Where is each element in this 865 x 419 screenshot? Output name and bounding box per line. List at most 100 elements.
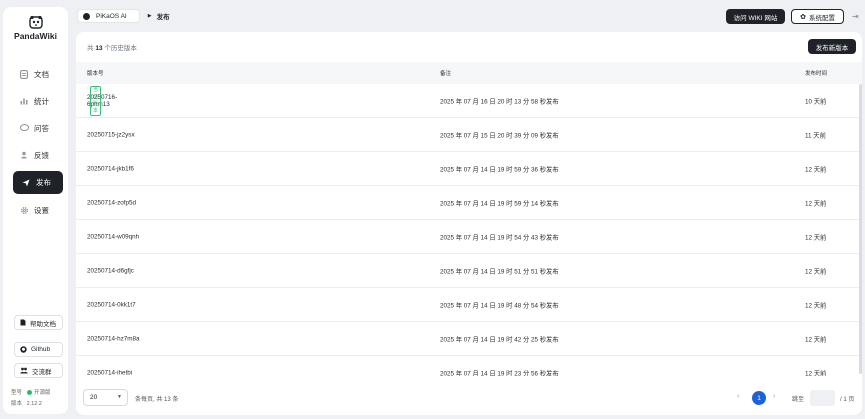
version-cell: 20250715-jz2ysx: [87, 131, 135, 138]
column-header-version: 版本号: [87, 71, 104, 77]
document-icon: [19, 69, 29, 79]
sidebar-item-qa[interactable]: 问答: [11, 117, 63, 139]
help-docs-button[interactable]: 帮助文档: [14, 315, 63, 330]
github-button[interactable]: Github: [14, 342, 63, 357]
sidebar-item-settings[interactable]: 设置: [11, 199, 63, 221]
table-header: 版本号 备注 发布时间: [76, 62, 862, 84]
table-row[interactable]: 20250714-0kk1t7 2025 年 07 月 14 日 19 时 48…: [76, 288, 862, 322]
table-body: 20250716-6pnm13 当前版本 2025 年 07 月 16 日 20 …: [76, 84, 862, 376]
group-icon: [20, 367, 28, 374]
remark-cell: 2025 年 07 月 14 日 19 时 42 分 25 秒发布: [440, 336, 559, 343]
remark-cell: 2025 年 07 月 16 日 20 时 13 分 58 秒发布: [440, 98, 559, 105]
settings-gear-icon: ✿: [800, 13, 806, 21]
community-label: 交流群: [32, 368, 52, 376]
page-title: 发布: [156, 14, 170, 21]
sidebar-item-label: 统计: [34, 96, 49, 106]
app-name: PandaWiki: [14, 31, 57, 41]
version-label: 版本: [11, 401, 23, 407]
column-header-remark: 备注: [440, 71, 452, 77]
table-row[interactable]: 20250714-jkb1f6 2025 年 07 月 14 日 19 时 59…: [76, 152, 862, 186]
table-row[interactable]: 20250714-zofp5d 2025 年 07 月 14 日 19 时 59…: [76, 186, 862, 220]
chart-icon: [19, 96, 29, 106]
breadcrumb: PiKaOS AI ▶ 发布: [77, 9, 170, 23]
table-row[interactable]: 20250714-d6gfjc 2025 年 07 月 14 日 19 时 51…: [76, 254, 862, 288]
sidebar-item-label: 文档: [34, 69, 49, 79]
table-row[interactable]: 20250715-jz2ysx 2025 年 07 月 15 日 20 时 39…: [76, 118, 862, 152]
total-pages: / 1 页: [840, 397, 855, 403]
version-cell: 20250714-hz7m8a: [87, 335, 140, 342]
sidebar-item-publish[interactable]: 发布: [13, 171, 63, 194]
prev-page-icon[interactable]: ‹: [737, 393, 739, 400]
remark-cell: 2025 年 07 月 14 日 19 时 23 分 56 秒发布: [440, 370, 559, 376]
github-icon: [20, 346, 27, 353]
kb-selector[interactable]: PiKaOS AI: [77, 9, 140, 23]
remark-cell: 2025 年 07 月 15 日 20 时 39 分 09 秒发布: [440, 132, 559, 139]
page-size-select[interactable]: 20 ▼: [83, 389, 128, 406]
pagination: 20 ▼ 条每页, 共 13 条 ‹ 1 › 跳至 / 1 页: [76, 383, 862, 415]
panda-logo-icon: [28, 15, 43, 29]
version-type: 型号 开源版: [11, 388, 51, 396]
remark-cell: 2025 年 07 月 14 日 19 时 48 分 54 秒发布: [440, 302, 559, 309]
version-value: 2.12.2: [26, 401, 42, 407]
version-cell: 20250714-ihetbi: [87, 369, 133, 376]
current-version-badge: 当前版本: [90, 85, 102, 116]
status-dot-icon: [27, 390, 33, 396]
publish-button-label: 发布新版本: [815, 44, 849, 52]
version-type-label: 型号: [11, 390, 23, 396]
breadcrumb-arrow-icon: ▶: [147, 13, 152, 19]
send-icon: [21, 178, 31, 188]
logout-icon[interactable]: ⇥: [852, 12, 859, 21]
version-cell: 20250714-jkb1f6: [87, 165, 134, 172]
time-cell: 12 天前: [805, 302, 827, 309]
column-header-time: 发布时间: [805, 71, 828, 77]
time-cell: 12 天前: [805, 370, 827, 376]
remark-cell: 2025 年 07 月 14 日 19 时 51 分 51 秒发布: [440, 268, 559, 275]
kb-name: PiKaOS AI: [96, 12, 127, 20]
publish-new-version-button[interactable]: 发布新版本: [808, 39, 856, 54]
version-cell: 20250714-0kk1t7: [87, 301, 136, 308]
chat-icon: [19, 123, 29, 133]
visit-wiki-label: 访问 WIKI 网站: [733, 14, 778, 22]
table-scrollbar[interactable]: [859, 84, 862, 374]
knowledge-base-icon: [83, 12, 90, 20]
time-cell: 12 天前: [805, 234, 827, 241]
next-page-icon[interactable]: ›: [773, 393, 775, 400]
github-label: Github: [31, 346, 51, 353]
page-number-label: 1: [757, 394, 761, 402]
sidebar-item-docs[interactable]: 文档: [11, 63, 63, 85]
table-row[interactable]: 20250714-ihetbi 2025 年 07 月 14 日 19 时 23…: [76, 356, 862, 376]
sidebar-item-label: 设置: [34, 205, 49, 215]
page-size-value: 20: [90, 394, 98, 401]
time-cell: 12 天前: [805, 336, 827, 343]
jump-page-input[interactable]: [810, 390, 835, 406]
table-row[interactable]: 20250716-6pnm13 当前版本 2025 年 07 月 16 日 20 …: [76, 84, 862, 118]
help-docs-label: 帮助文档: [30, 320, 56, 328]
count-suffix: 个历史版本: [104, 45, 137, 52]
logo[interactable]: PandaWiki: [3, 15, 68, 41]
count-value: 13: [95, 45, 103, 52]
remark-cell: 2025 年 07 月 14 日 19 时 59 分 36 秒发布: [440, 166, 559, 173]
file-icon: [20, 319, 26, 326]
table-row[interactable]: 20250714-w09qnh 2025 年 07 月 14 日 19 时 54…: [76, 220, 862, 254]
page-number-current[interactable]: 1: [752, 391, 766, 405]
pagination-info: 条每页, 共 13 条: [135, 397, 179, 403]
visit-wiki-button[interactable]: 访问 WIKI 网站: [726, 9, 785, 24]
community-button[interactable]: 交流群: [14, 363, 63, 378]
time-cell: 12 天前: [805, 268, 827, 275]
sidebar-item-label: 问答: [34, 123, 49, 133]
version-cell: 20250714-zofp5d: [87, 199, 137, 206]
sidebar-item-stats[interactable]: 统计: [11, 90, 63, 112]
table-row[interactable]: 20250714-hz7m8a 2025 年 07 月 14 日 19 时 42…: [76, 322, 862, 356]
sidebar: PandaWiki 文档 统计 问答 反馈 发布 设置 帮助文档 Github …: [3, 7, 68, 414]
chevron-down-icon: ▼: [117, 394, 122, 400]
feedback-icon: [19, 150, 29, 160]
time-cell: 12 天前: [805, 200, 827, 207]
sidebar-item-feedback[interactable]: 反馈: [11, 144, 63, 166]
remark-cell: 2025 年 07 月 14 日 19 时 59 分 14 秒发布: [440, 200, 559, 207]
version-number: 版本 2.12.2: [11, 399, 42, 407]
time-cell: 10 天前: [805, 98, 827, 105]
system-settings-button[interactable]: ✿ 系统配置: [791, 9, 844, 24]
time-cell: 12 天前: [805, 166, 827, 173]
sidebar-item-label: 反馈: [34, 150, 49, 160]
remark-cell: 2025 年 07 月 14 日 19 时 54 分 43 秒发布: [440, 234, 559, 241]
